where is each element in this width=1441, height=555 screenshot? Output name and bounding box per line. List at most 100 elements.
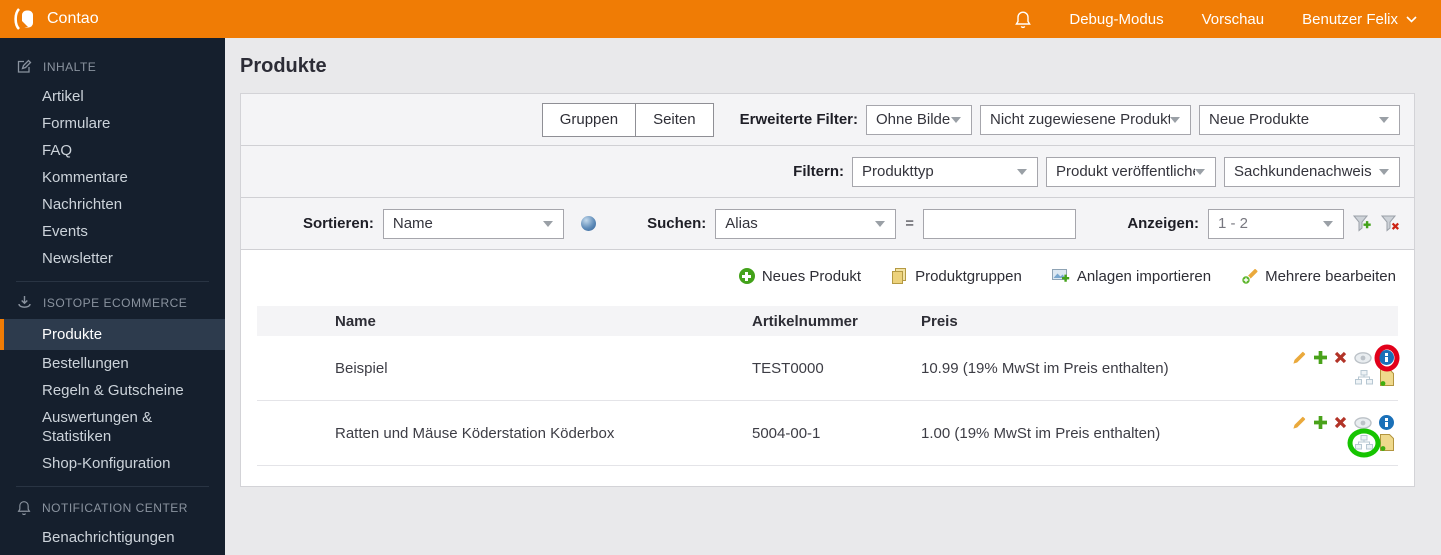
filter-sachkundenachweis-select[interactable]: Sachkundenachweis <box>1224 156 1400 187</box>
contao-logo-icon <box>14 8 33 30</box>
product-price: 1.00 (19% MwSt im Preis enthalten) <box>921 424 1161 442</box>
chevron-down-icon <box>1017 168 1027 175</box>
variants-sitemap-icon[interactable] <box>1355 370 1373 385</box>
notification-bell-icon[interactable] <box>1015 10 1032 29</box>
filter-remove-icon[interactable] <box>1380 215 1400 232</box>
import-assets-link[interactable]: Anlagen importieren <box>1051 268 1211 285</box>
filter-ohne-bilder-select[interactable]: Ohne Bilder <box>866 104 972 135</box>
delete-icon[interactable] <box>1334 416 1347 429</box>
sidebar-item-formulare[interactable]: Formulare <box>0 110 225 137</box>
visibility-eye-icon[interactable] <box>1354 416 1372 429</box>
sidebar-item-kommentare[interactable]: Kommentare <box>0 164 225 191</box>
edit-multiple-link[interactable]: Mehrere bearbeiten <box>1241 268 1396 285</box>
sidebar-item-bestellungen[interactable]: Bestellungen <box>0 350 225 377</box>
chevron-down-icon <box>1170 116 1180 123</box>
chevron-down-icon <box>1379 168 1389 175</box>
sidebar-item-artikel[interactable]: Artikel <box>0 83 225 110</box>
sidebar-item-newsletter[interactable]: Newsletter <box>0 245 225 272</box>
filter-label: Filtern: <box>793 163 844 180</box>
product-name: Beispiel <box>335 359 388 377</box>
sidebar-divider <box>16 281 209 282</box>
equals-sign: = <box>905 215 915 232</box>
sidebar-item-events[interactable]: Events <box>0 218 225 245</box>
variants-sitemap-icon[interactable] <box>1347 428 1381 457</box>
delete-icon[interactable] <box>1334 351 1347 364</box>
bell-icon <box>17 501 31 515</box>
topbar: Contao Debug-Modus Vorschau Benutzer Fel… <box>0 0 1441 38</box>
main-content: Produkte Gruppen Seiten Erweiterte Filte… <box>225 38 1441 555</box>
sidebar: INHALTE Artikel Formulare FAQ Kommentare… <box>0 38 225 555</box>
sidebar-item-regeln-gutscheine[interactable]: Regeln & Gutscheine <box>0 377 225 404</box>
sidebar-item-auswertungen-statistiken[interactable]: Auswertungen & Statistiken <box>0 404 200 450</box>
edit-multiple-icon <box>1241 268 1258 285</box>
sidebar-item-benachrichtigungen[interactable]: Benachrichtigungen <box>0 524 225 551</box>
copy-plus-icon[interactable] <box>1314 416 1327 429</box>
col-name: Name <box>335 312 376 330</box>
new-product-link[interactable]: Neues Produkt <box>738 268 861 285</box>
chevron-down-icon <box>875 220 886 227</box>
chevron-down-icon <box>1379 116 1389 123</box>
product-groups-link[interactable]: Produktgruppen <box>891 268 1022 285</box>
table-header: Name Artikelnummer Preis <box>257 306 1398 336</box>
sidebar-section-inhalte: INHALTE <box>0 48 225 83</box>
sort-group: Sortieren: Name <box>303 208 596 239</box>
chevron-down-icon <box>542 220 553 227</box>
pages-button[interactable]: Seiten <box>636 102 714 137</box>
filter-row: Filtern: Produkttyp Produkt veröffentlic… <box>241 146 1414 198</box>
sort-select[interactable]: Name <box>382 208 564 239</box>
visibility-eye-icon[interactable] <box>1354 351 1372 364</box>
edit-icon[interactable] <box>1292 415 1307 430</box>
info-icon[interactable] <box>1379 415 1394 430</box>
action-links-row: Neues Produkt Produktgruppen Anlagen imp… <box>241 250 1414 302</box>
filter-produkttyp-select[interactable]: Produkttyp <box>852 156 1038 187</box>
export-page-icon[interactable] <box>1380 369 1394 386</box>
sidebar-item-nachrichten[interactable]: Nachrichten <box>0 191 225 218</box>
edit-icon[interactable] <box>1292 350 1307 365</box>
import-images-icon <box>1051 268 1070 282</box>
chevron-down-icon <box>1195 168 1205 175</box>
copy-plus-icon[interactable] <box>1314 351 1327 364</box>
chevron-down-icon <box>951 116 961 123</box>
sort-label: Sortieren: <box>303 215 374 232</box>
export-page-icon[interactable] <box>1380 434 1394 451</box>
sort-search-row: Sortieren: Name Suchen: Alias = Anzeigen… <box>241 198 1414 250</box>
display-label: Anzeigen: <box>1127 215 1199 232</box>
display-group: Anzeigen: 1 - 2 <box>1127 208 1400 239</box>
product-price: 10.99 (19% MwSt im Preis enthalten) <box>921 359 1169 377</box>
table-row: Beispiel TEST0000 10.99 (19% MwSt im Pre… <box>257 336 1399 401</box>
sidebar-item-produkte[interactable]: Produkte <box>0 319 225 350</box>
search-label: Suchen: <box>647 215 707 232</box>
download-icon <box>18 296 31 308</box>
filter-veroeffentlicht-select[interactable]: Produkt veröffentliche <box>1046 156 1216 187</box>
col-preis: Preis <box>921 312 958 330</box>
products-panel: Gruppen Seiten Erweiterte Filter: Ohne B… <box>240 93 1415 487</box>
groups-button[interactable]: Gruppen <box>541 102 637 137</box>
table-row: Ratten und Mäuse Köderstation Köderbox 5… <box>257 401 1398 466</box>
user-menu[interactable]: Benutzer Felix <box>1302 11 1417 28</box>
sidebar-item-gateways[interactable]: Gateways <box>0 551 225 555</box>
sidebar-item-faq[interactable]: FAQ <box>0 137 225 164</box>
products-table: Name Artikelnummer Preis Beispiel TEST00… <box>241 302 1414 486</box>
search-value-input[interactable] <box>923 208 1077 239</box>
sort-direction-icon[interactable] <box>580 216 596 231</box>
advanced-filter-row: Gruppen Seiten Erweiterte Filter: Ohne B… <box>241 94 1414 146</box>
debug-mode-link[interactable]: Debug-Modus <box>1069 11 1163 28</box>
search-group: Suchen: Alias = <box>647 208 1077 239</box>
filter-add-icon[interactable] <box>1352 215 1372 232</box>
preview-link[interactable]: Vorschau <box>1202 11 1265 28</box>
edit-icon <box>17 59 32 73</box>
page-title: Produkte <box>240 55 327 77</box>
info-icon[interactable] <box>1374 344 1399 371</box>
contao-logo[interactable]: Contao <box>0 8 99 30</box>
sidebar-section-notification-center: NOTIFICATION CENTER <box>0 489 225 524</box>
chevron-down-icon <box>1406 15 1417 23</box>
product-name: Ratten und Mäuse Köderstation Köderbox <box>335 424 615 442</box>
sidebar-item-shop-konfiguration[interactable]: Shop-Konfiguration <box>0 450 225 477</box>
filter-nicht-zugewiesene-select[interactable]: Nicht zugewiesene Produkte <box>980 104 1191 135</box>
brand-name: Contao <box>47 10 99 27</box>
product-groups-icon <box>892 268 907 284</box>
filter-neue-produkte-select[interactable]: Neue Produkte <box>1199 104 1400 135</box>
advanced-filter-label: Erweiterte Filter: <box>739 111 858 128</box>
display-range-select[interactable]: 1 - 2 <box>1207 208 1344 239</box>
search-field-select[interactable]: Alias <box>715 208 897 239</box>
